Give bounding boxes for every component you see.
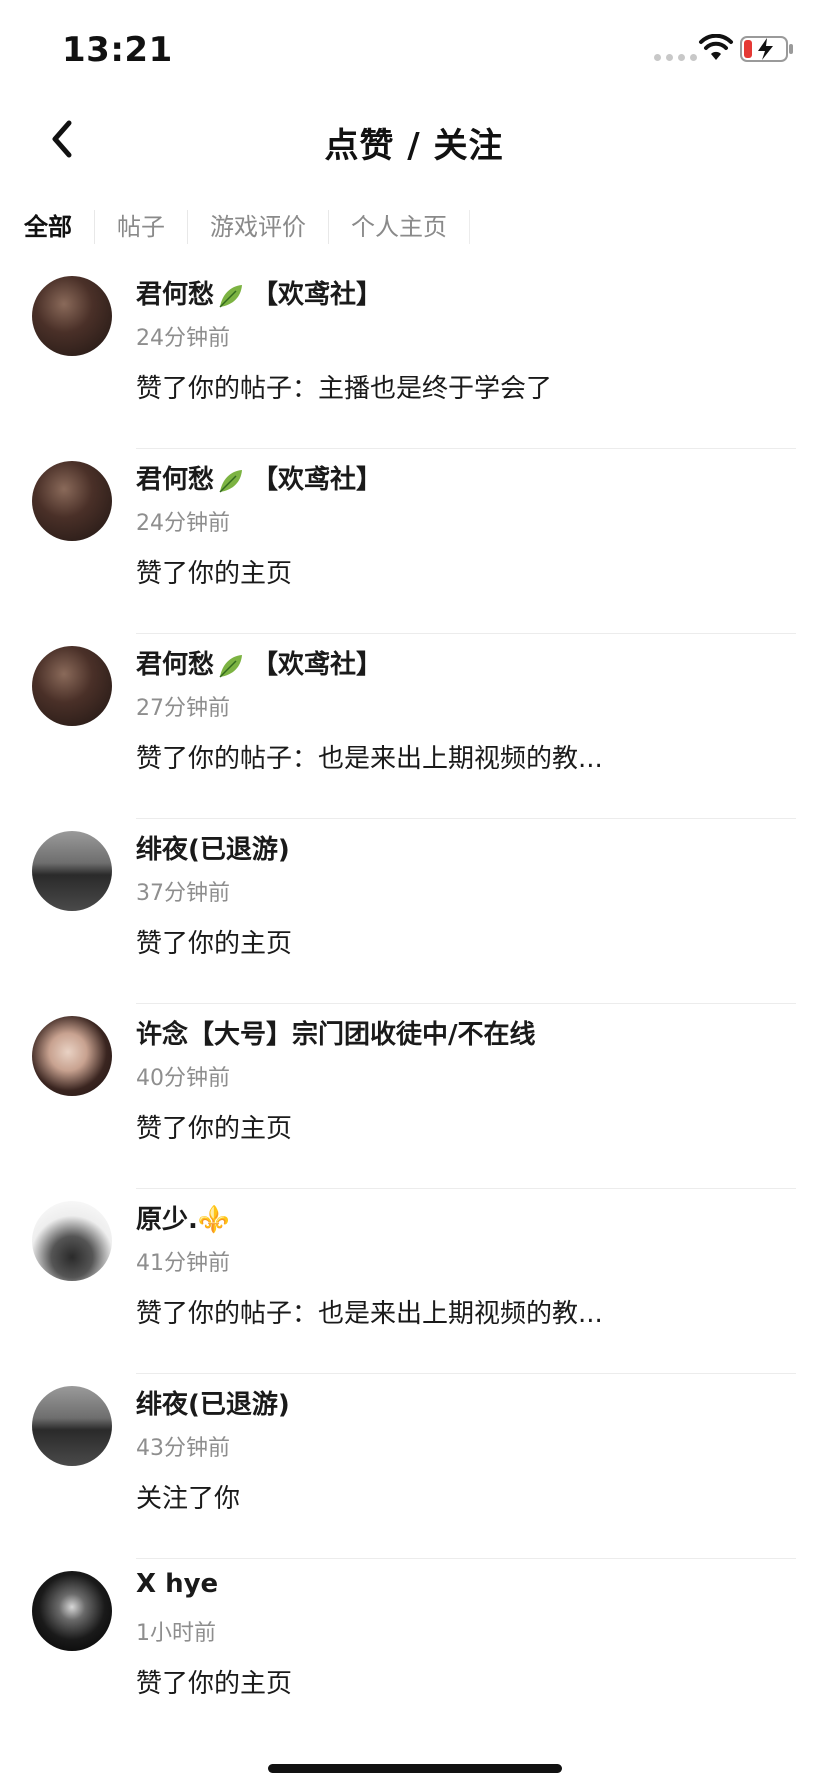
avatar[interactable]	[32, 276, 112, 356]
home-indicator[interactable]	[268, 1764, 562, 1773]
list-item[interactable]: 君何愁 【欢鸢社】 24分钟前 赞了你的主页	[0, 449, 828, 634]
avatar[interactable]	[32, 646, 112, 726]
tab-posts[interactable]: 帖子	[95, 210, 188, 244]
user-name[interactable]: 原少.⚜️	[136, 1199, 230, 1236]
list-item[interactable]: 绯夜(已退游) 43分钟前 关注了你	[0, 1374, 828, 1559]
timestamp: 40分钟前	[136, 1066, 230, 1091]
wifi-icon	[699, 34, 733, 60]
avatar[interactable]	[32, 461, 112, 541]
tab-game-reviews[interactable]: 游戏评价	[188, 210, 329, 244]
timestamp: 1小时前	[136, 1621, 216, 1646]
user-name[interactable]: 绯夜(已退游)	[136, 1384, 290, 1421]
leaf-icon	[219, 469, 243, 493]
avatar[interactable]	[32, 831, 112, 911]
list-item[interactable]: 许念【大号】宗门团收徒中/不在线 40分钟前 赞了你的主页	[0, 1004, 828, 1189]
user-name[interactable]: 君何愁 【欢鸢社】	[136, 644, 382, 681]
timestamp: 27分钟前	[136, 696, 230, 721]
action-text[interactable]: 赞了你的主页	[136, 1663, 292, 1700]
user-name[interactable]: X hye	[136, 1569, 218, 1599]
timestamp: 37分钟前	[136, 881, 230, 906]
list-item[interactable]: 原少.⚜️ 41分钟前 赞了你的帖子：也是来出上期视频的教...	[0, 1189, 828, 1374]
action-text[interactable]: 赞了你的帖子：主播也是终于学会了	[136, 368, 552, 405]
avatar[interactable]	[32, 1571, 112, 1651]
notification-list: 君何愁 【欢鸢社】 24分钟前 赞了你的帖子：主播也是终于学会了 君何愁 【欢鸢社】…	[0, 264, 828, 1744]
action-text[interactable]: 赞了你的主页	[136, 553, 292, 590]
timestamp: 41分钟前	[136, 1251, 230, 1276]
avatar[interactable]	[32, 1016, 112, 1096]
signal-icon	[654, 54, 697, 61]
avatar[interactable]	[32, 1386, 112, 1466]
action-text[interactable]: 赞了你的主页	[136, 923, 292, 960]
action-text[interactable]: 关注了你	[136, 1478, 240, 1515]
tab-profile[interactable]: 个人主页	[329, 210, 470, 244]
user-name[interactable]: 绯夜(已退游)	[136, 829, 290, 866]
screen: 13:21 点赞 / 关注 全部 帖子 游戏评价 个人主页 君何愁 【欢鸢社】 …	[0, 0, 828, 1792]
leaf-icon	[219, 654, 243, 678]
user-name[interactable]: 君何愁 【欢鸢社】	[136, 459, 382, 496]
user-name[interactable]: 许念【大号】宗门团收徒中/不在线	[136, 1014, 536, 1051]
avatar[interactable]	[32, 1201, 112, 1281]
user-name[interactable]: 君何愁 【欢鸢社】	[136, 274, 382, 311]
action-text[interactable]: 赞了你的帖子：也是来出上期视频的教...	[136, 738, 603, 775]
fleur-de-lis-icon: ⚜️	[197, 1205, 231, 1235]
tab-bar: 全部 帖子 游戏评价 个人主页	[0, 204, 470, 250]
tab-all[interactable]: 全部	[0, 210, 95, 244]
status-time: 13:21	[62, 30, 173, 70]
list-item[interactable]: 君何愁 【欢鸢社】 24分钟前 赞了你的帖子：主播也是终于学会了	[0, 264, 828, 449]
battery-icon	[740, 36, 793, 62]
timestamp: 43分钟前	[136, 1436, 230, 1461]
list-item[interactable]: X hye 1小时前 赞了你的主页	[0, 1559, 828, 1744]
action-text[interactable]: 赞了你的帖子：也是来出上期视频的教...	[136, 1293, 603, 1330]
header: 点赞 / 关注	[0, 100, 828, 180]
status-bar: 13:21	[0, 0, 828, 100]
page-title: 点赞 / 关注	[324, 126, 504, 166]
timestamp: 24分钟前	[136, 511, 230, 536]
list-item[interactable]: 绯夜(已退游) 37分钟前 赞了你的主页	[0, 819, 828, 1004]
timestamp: 24分钟前	[136, 326, 230, 351]
list-item[interactable]: 君何愁 【欢鸢社】 27分钟前 赞了你的帖子：也是来出上期视频的教...	[0, 634, 828, 819]
leaf-icon	[219, 284, 243, 308]
action-text[interactable]: 赞了你的主页	[136, 1108, 292, 1145]
